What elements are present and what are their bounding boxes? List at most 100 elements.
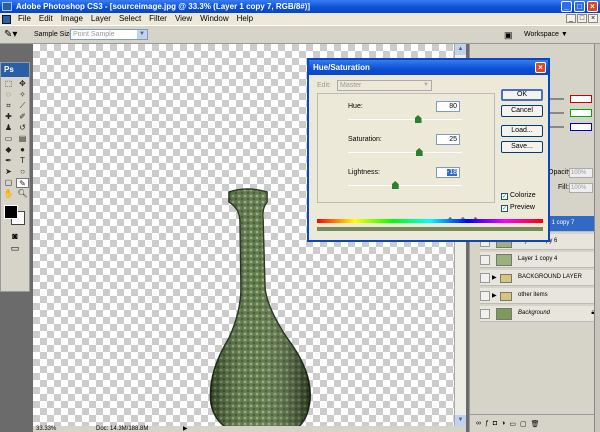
saturation-input[interactable]: 25 [436, 134, 460, 145]
layer-visibility-toggle[interactable] [480, 291, 490, 301]
menu-image[interactable]: Image [57, 13, 87, 25]
maximize-button[interactable]: □ [574, 1, 585, 12]
save-button[interactable]: Save... [501, 141, 543, 153]
hue-slider-track[interactable] [348, 119, 462, 120]
edit-channel-select[interactable]: Master ▼ [337, 80, 432, 91]
load-button[interactable]: Load... [501, 125, 543, 137]
gradient-tool-icon[interactable]: ▤ [16, 134, 29, 144]
healing-brush-tool-icon[interactable]: ✚ [2, 112, 15, 122]
type-tool-icon[interactable]: T [16, 156, 29, 166]
color-swatches [1, 201, 29, 231]
layer-mask-icon[interactable]: ◘ [493, 420, 497, 427]
menu-file[interactable]: File [14, 13, 35, 25]
menu-view[interactable]: View [171, 13, 196, 25]
doc-minimize-button[interactable]: _ [566, 14, 576, 23]
scroll-up-arrow-icon[interactable]: ▲ [455, 44, 466, 55]
preview-checkbox[interactable]: ✓ Preview [501, 204, 535, 212]
hue-slider-thumb[interactable] [414, 115, 422, 123]
hue-input[interactable]: 80 [436, 101, 460, 112]
layer-visibility-toggle[interactable] [480, 273, 490, 283]
lightness-slider-track[interactable] [348, 185, 462, 186]
bridge-icon[interactable]: ▣ [504, 30, 518, 40]
layer-row-other-items-group[interactable]: ▶ other items [480, 288, 600, 304]
link-layers-icon[interactable]: ∞ [476, 420, 481, 427]
dialog-close-button[interactable]: × [535, 62, 546, 73]
layers-panel-footer: ∞ ƒ ◘ ◑ ▭ ▢ 🗑︎ [470, 414, 600, 432]
move-tool-icon[interactable]: ✥ [16, 79, 29, 89]
close-button[interactable]: × [587, 1, 598, 12]
sample-size-select[interactable]: Point Sample ▼ [70, 29, 148, 40]
colorize-checkbox[interactable]: ✓ Colorize [501, 192, 536, 200]
lightness-slider-thumb[interactable] [391, 181, 399, 189]
color-value-blue[interactable] [570, 123, 592, 131]
fill-input[interactable]: 100% [569, 183, 593, 193]
menu-bar: File Edit Image Layer Select Filter View… [0, 13, 600, 25]
minimize-button[interactable]: _ [561, 1, 572, 12]
new-layer-icon[interactable]: ▢ [520, 420, 527, 428]
lightness-input[interactable]: -18 [436, 167, 460, 178]
layer-row-layer-1-copy-4[interactable]: Layer 1 copy 4 [480, 252, 600, 268]
history-brush-tool-icon[interactable]: ↺ [16, 123, 29, 133]
layer-row-background-layer-group[interactable]: ▶ BACKGROUND LAYER [480, 270, 600, 286]
doc-close-button[interactable]: × [588, 14, 598, 23]
fill-label: Fill: [558, 184, 569, 191]
slice-tool-icon[interactable]: ⟋ [16, 101, 29, 111]
layer-visibility-toggle[interactable] [480, 309, 490, 319]
adjustment-layer-icon[interactable]: ◑ [501, 420, 505, 427]
quick-mask-icon[interactable]: ◙ [1, 231, 29, 243]
brush-tool-icon[interactable]: ✐ [16, 112, 29, 122]
expand-arrow-icon[interactable]: ▶ [492, 274, 497, 281]
foreground-color-swatch[interactable] [4, 205, 18, 219]
tool-grid: ⬚ ✥ ◌ ✧ ⌗ ⟋ ✚ ✐ ♟ ↺ ▭ ▤ ◆ ● ✒ T ➤ ○ ▢ ✎ … [1, 77, 29, 201]
menu-layer[interactable]: Layer [87, 13, 115, 25]
blur-tool-icon[interactable]: ◆ [2, 145, 15, 155]
clone-stamp-tool-icon[interactable]: ♟ [2, 123, 15, 133]
zoom-tool-icon[interactable]: 🔍︎ [16, 189, 29, 199]
notes-tool-icon[interactable]: ▢ [2, 178, 15, 188]
new-group-icon[interactable]: ▭ [509, 420, 516, 428]
menu-window[interactable]: Window [196, 13, 232, 25]
eyedropper-tool-icon[interactable]: ✎ [16, 178, 29, 188]
menu-select[interactable]: Select [115, 13, 145, 25]
saturation-slider-thumb[interactable] [415, 148, 423, 156]
photoshop-app-icon [2, 2, 12, 11]
hand-tool-icon[interactable]: ✋ [2, 189, 15, 199]
color-value-red[interactable] [570, 95, 592, 103]
doc-restore-button[interactable]: □ [577, 14, 587, 23]
dodge-tool-icon[interactable]: ● [16, 145, 29, 155]
opacity-input[interactable]: 100% [569, 168, 593, 178]
zoom-level[interactable]: 33.33% [36, 426, 56, 432]
pen-tool-icon[interactable]: ✒ [2, 156, 15, 166]
crop-tool-icon[interactable]: ⌗ [2, 101, 15, 111]
eraser-tool-icon[interactable]: ▭ [2, 134, 15, 144]
document-icon[interactable] [2, 14, 11, 24]
layer-name: Layer 1 copy 4 [518, 256, 558, 262]
magic-wand-tool-icon[interactable]: ✧ [16, 90, 29, 100]
expand-arrow-icon[interactable]: ▶ [492, 292, 497, 299]
layer-name: r 1 copy 7 [548, 220, 575, 226]
preview-label: Preview [510, 204, 535, 211]
scroll-down-arrow-icon[interactable]: ▼ [455, 415, 466, 426]
trash-icon[interactable]: 🗑︎ [531, 420, 540, 428]
dialog-title-bar[interactable]: Hue/Saturation × [309, 60, 548, 75]
shape-tool-icon[interactable]: ○ [16, 167, 29, 177]
menu-help[interactable]: Help [233, 13, 257, 25]
status-menu-arrow-icon[interactable]: ▶ [183, 426, 188, 432]
saturation-slider-track[interactable] [348, 152, 462, 153]
sample-size-value: Point Sample [73, 31, 115, 38]
screen-mode-icon[interactable]: ▭ [1, 243, 29, 255]
ok-button[interactable]: OK [501, 89, 543, 101]
layer-style-icon[interactable]: ƒ [485, 420, 489, 427]
preview-check-icon: ✓ [501, 205, 508, 212]
workspace-button[interactable]: Workspace ▼ [524, 29, 568, 41]
menu-edit[interactable]: Edit [35, 13, 57, 25]
menu-filter[interactable]: Filter [145, 13, 171, 25]
path-selection-tool-icon[interactable]: ➤ [2, 167, 15, 177]
cancel-button[interactable]: Cancel [501, 105, 543, 117]
marquee-tool-icon[interactable]: ⬚ [2, 79, 15, 89]
layer-row-background[interactable]: Background 🔒︎ [480, 306, 600, 322]
layer-visibility-toggle[interactable] [480, 255, 490, 265]
eyedropper-tool-preset-icon[interactable]: ✎▾ [4, 29, 22, 41]
color-value-green[interactable] [570, 109, 592, 117]
lasso-tool-icon[interactable]: ◌ [2, 90, 15, 100]
